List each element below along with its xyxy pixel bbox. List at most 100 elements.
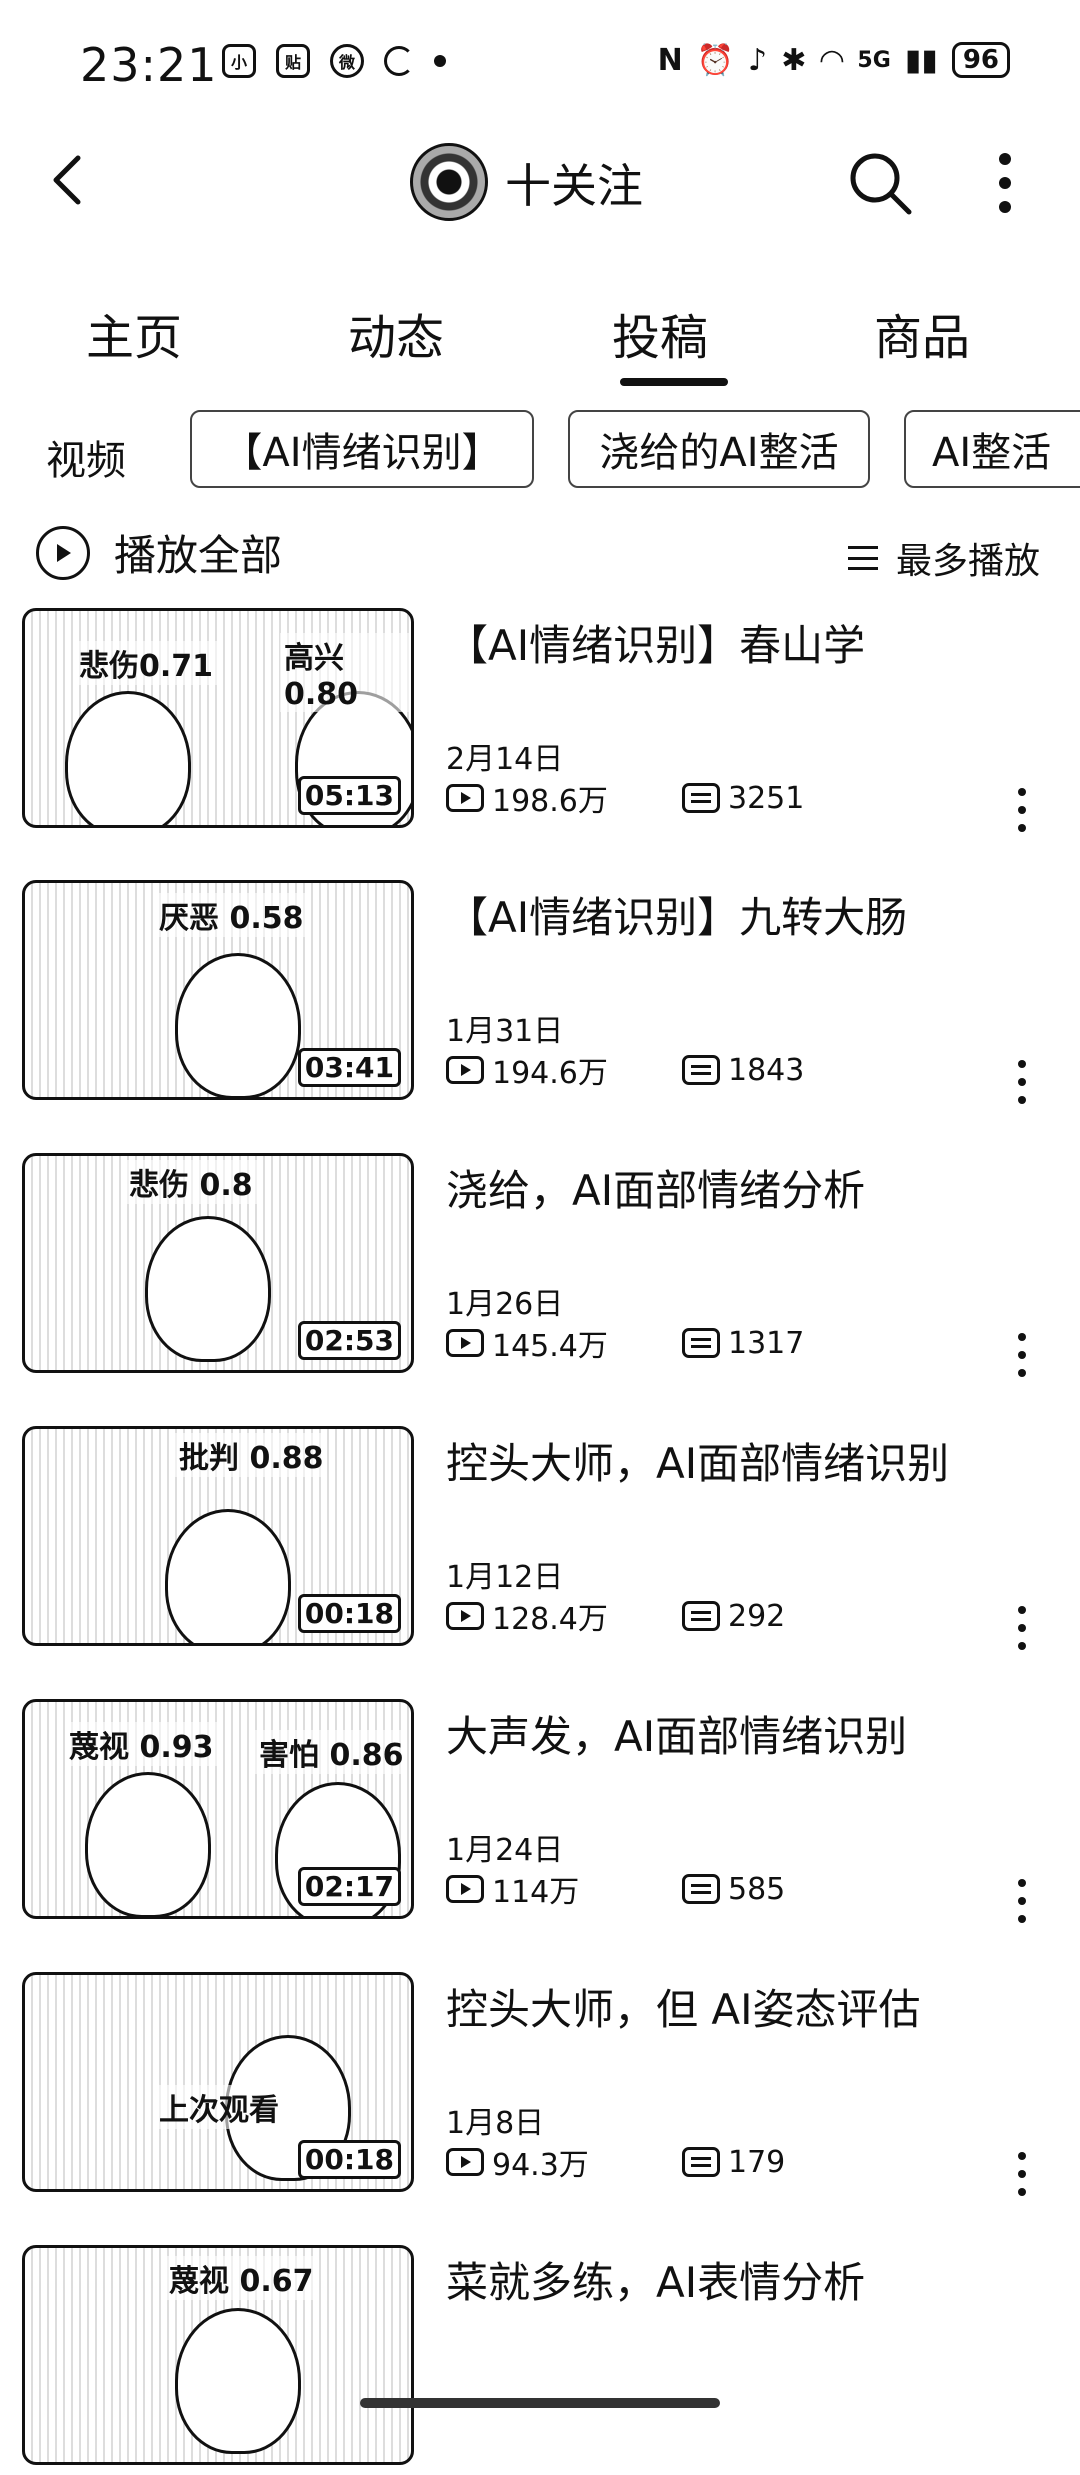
comment-count: 1843 <box>728 1052 805 1088</box>
video-date: 2月14日 <box>446 742 564 777</box>
video-date: 1月26日 <box>446 1287 564 1322</box>
emotion-label: 高兴0.80 <box>280 633 411 712</box>
view-count: 94.3万 <box>492 2148 589 2183</box>
avatar[interactable] <box>410 143 488 221</box>
tab-dynamics[interactable]: 动态 <box>348 298 444 368</box>
tab-home[interactable]: 主页 <box>86 298 182 368</box>
video-stats: 128.4万 292 <box>446 1594 785 1638</box>
video-item[interactable]: 厌恶 0.58 03:41 【AI情绪识别】九转大肠 1月31日 194.6万 184… <box>0 880 1080 1110</box>
video-stats: 94.3万 179 <box>446 2140 785 2184</box>
video-thumbnail[interactable]: 蔑视 0.93 害怕 0.86 02:17 <box>22 1699 414 1919</box>
emotion-label: 悲伤 0.8 <box>125 1160 257 1204</box>
chip-label-videos[interactable]: 视频 <box>46 428 126 486</box>
video-item[interactable]: 悲伤0.71 高兴0.80 05:13 【AI情绪识别】春山学 2月14日 198.6万… <box>0 608 1080 838</box>
views-icon <box>446 2148 484 2176</box>
home-indicator[interactable] <box>360 2398 720 2408</box>
comments-icon <box>682 1874 720 1904</box>
duration-badge: 00:18 <box>297 2140 401 2179</box>
bluetooth-icon: ✱ <box>781 42 807 78</box>
video-title[interactable]: 【AI情绪识别】春山学 <box>446 612 865 673</box>
xiaohongshu-icon: 小 <box>222 44 256 78</box>
video-title[interactable]: 大声发，AI面部情绪识别 <box>446 1703 907 1764</box>
face-figure <box>65 691 191 825</box>
sort-label: 最多播放 <box>895 541 1040 582</box>
mute-icon: ♪ <box>748 42 768 78</box>
battery-icon: 96 <box>951 42 1010 78</box>
comments-icon <box>682 1328 720 1358</box>
view-count: 194.6万 <box>492 1056 608 1091</box>
emotion-label: 悲伤0.71 <box>75 641 218 685</box>
video-thumbnail[interactable]: 批判 0.88 00:18 <box>22 1426 414 1646</box>
video-item[interactable]: 悲伤 0.8 02:53 浇给，AI面部情绪分析 1月26日 145.4万 1317 <box>0 1153 1080 1383</box>
video-more-icon[interactable] <box>1016 788 1028 832</box>
video-more-icon[interactable] <box>1016 2152 1028 2196</box>
nfc-icon: N <box>657 42 683 78</box>
back-icon[interactable] <box>40 150 100 210</box>
duration-badge: 03:41 <box>297 1048 401 1087</box>
video-item[interactable]: 蔑视 0.93 害怕 0.86 02:17 大声发，AI面部情绪识别 1月24日 114… <box>0 1699 1080 1929</box>
duration-badge: 00:18 <box>297 1594 401 1633</box>
comments-icon <box>682 783 720 813</box>
view-count: 128.4万 <box>492 1602 608 1637</box>
video-thumbnail[interactable]: 厌恶 0.58 03:41 <box>22 880 414 1100</box>
video-stats: 114万 585 <box>446 1867 785 1911</box>
play-all-button[interactable]: 播放全部 <box>36 522 282 583</box>
video-title[interactable]: 【AI情绪识别】九转大肠 <box>446 884 907 945</box>
chip-jiaogei-ai[interactable]: 浇给的AI整活 <box>568 410 870 488</box>
video-thumbnail[interactable]: 蔑视 0.67 <box>22 2245 414 2465</box>
video-thumbnail[interactable]: 上次观看 00:18 <box>22 1972 414 2192</box>
video-more-icon[interactable] <box>1016 1879 1028 1923</box>
views-icon <box>446 784 484 812</box>
tab-goods[interactable]: 商品 <box>874 298 970 368</box>
play-circle-icon <box>36 525 90 580</box>
video-item[interactable]: 上次观看 00:18 控头大师，但 AI姿态评估 1月8日 94.3万 179 <box>0 1972 1080 2202</box>
video-title[interactable]: 菜就多练，AI表情分析 <box>446 2249 865 2310</box>
video-stats: 194.6万 1843 <box>446 1048 804 1092</box>
search-icon[interactable] <box>845 148 915 218</box>
video-item[interactable]: 批判 0.88 00:18 控头大师，AI面部情绪识别 1月12日 128.4万 29… <box>0 1426 1080 1656</box>
chip-ai-fun[interactable]: AI整活 <box>904 410 1080 488</box>
follow-button[interactable]: 十关注 <box>505 150 643 216</box>
sort-button[interactable]: 最多播放 <box>847 532 1040 584</box>
video-stats: 198.6万 3251 <box>446 776 804 820</box>
duration-badge: 02:17 <box>297 1867 401 1906</box>
comment-count: 292 <box>728 1598 786 1634</box>
comments-icon <box>682 1601 720 1631</box>
video-item[interactable]: 蔑视 0.67 菜就多练，AI表情分析 <box>0 2245 1080 2475</box>
status-time: 23:21 <box>80 38 218 92</box>
video-title[interactable]: 控头大师，但 AI姿态评估 <box>446 1976 920 2037</box>
video-date: 1月24日 <box>446 1833 564 1868</box>
more-options-icon[interactable] <box>990 150 1020 216</box>
view-count: 198.6万 <box>492 784 608 819</box>
comment-count: 3251 <box>728 780 805 816</box>
video-thumbnail[interactable]: 悲伤 0.8 02:53 <box>22 1153 414 1373</box>
emotion-label: 批判 0.88 <box>175 1433 328 1477</box>
emotion-label: 害怕 0.86 <box>255 1730 408 1774</box>
video-title[interactable]: 控头大师，AI面部情绪识别 <box>446 1430 949 1491</box>
status-bar: 23:21 小 贴 微 N ⏰ ♪ ✱ ◠ 5G ▮▮ 96 <box>0 0 1080 130</box>
video-more-icon[interactable] <box>1016 1060 1028 1104</box>
alarm-icon: ⏰ <box>696 42 735 78</box>
wifi-icon: ◠ <box>820 42 844 78</box>
play-all-label: 播放全部 <box>114 531 283 580</box>
comment-count: 585 <box>728 1871 786 1907</box>
video-thumbnail[interactable]: 悲伤0.71 高兴0.80 05:13 <box>22 608 414 828</box>
comments-icon <box>682 2147 720 2177</box>
video-stats: 145.4万 1317 <box>446 1321 804 1365</box>
sync-icon <box>384 46 414 76</box>
sort-icon <box>847 546 878 570</box>
tieba-icon: 贴 <box>276 44 310 78</box>
tab-uploads[interactable]: 投稿 <box>612 298 708 368</box>
views-icon <box>446 1602 484 1630</box>
video-more-icon[interactable] <box>1016 1333 1028 1377</box>
face-figure <box>85 1772 211 1916</box>
comments-icon <box>682 1055 720 1085</box>
comment-count: 1317 <box>728 1325 805 1361</box>
video-more-icon[interactable] <box>1016 1606 1028 1650</box>
system-icons: N ⏰ ♪ ✱ ◠ 5G ▮▮ 96 <box>658 42 1010 78</box>
views-icon <box>446 1875 484 1903</box>
video-title[interactable]: 浇给，AI面部情绪分析 <box>446 1157 865 1218</box>
chip-ai-emotion[interactable]: 【AI情绪识别】 <box>190 410 534 488</box>
profile-tabs: 主页 动态 投稿 商品 <box>0 298 1080 388</box>
emotion-label: 蔑视 0.93 <box>65 1722 218 1766</box>
